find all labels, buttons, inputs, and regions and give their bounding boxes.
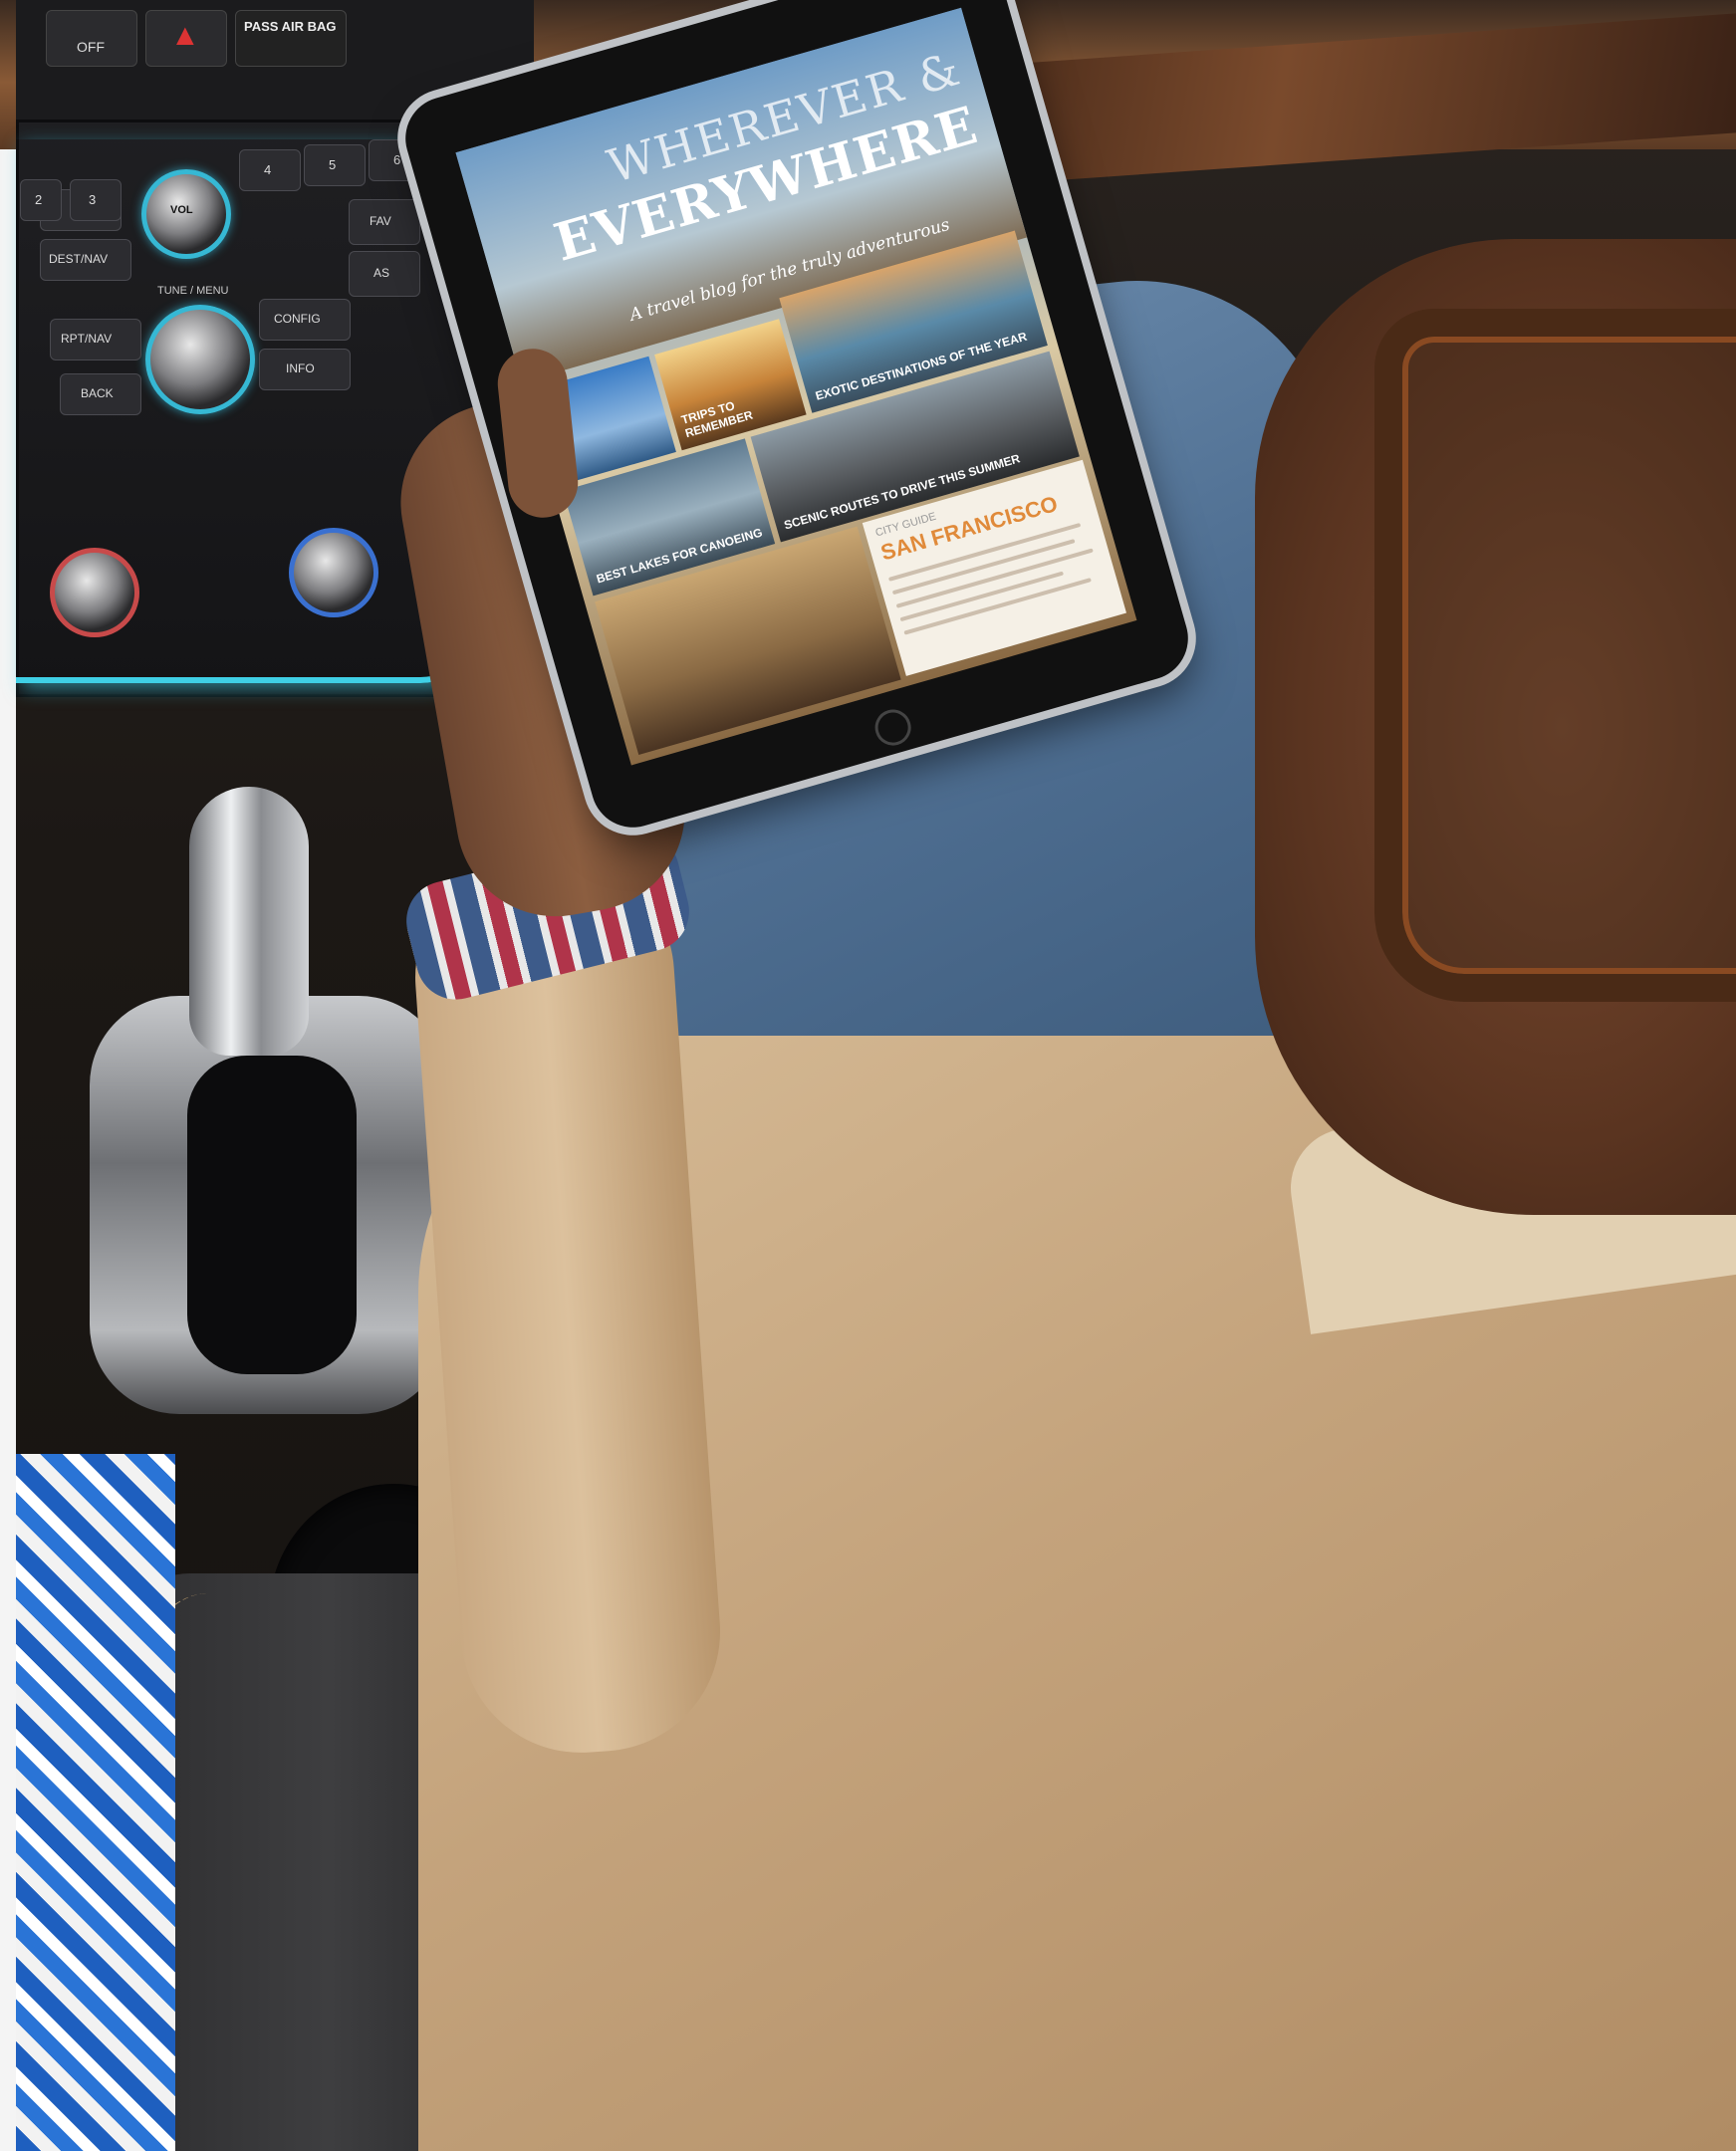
back-key: BACK [60,373,141,415]
rpt-nav-text: RPT/NAV [61,332,113,346]
airbag-status-text: PASS AIR BAG [244,19,337,34]
fav-key: FAV [349,199,420,245]
fav-text: FAV [370,214,391,228]
sunglasses [1374,309,1736,1002]
dest-nav-text: DEST/NAV [49,252,109,266]
dest-nav-key: DEST/NAV [40,239,131,281]
back-text: BACK [81,386,114,400]
hazard-icon: ▲ [170,19,200,52]
volume-knob: VOL [141,169,231,259]
shifter-boot [187,1056,357,1374]
preset-3-text: 3 [89,192,97,207]
preset-2-text: 2 [35,192,43,207]
hazard-button: ▲ [145,10,227,67]
climate-knob-right [289,528,378,617]
as-key: AS [349,251,420,297]
config-key: CONFIG [259,299,351,341]
preset-6-text: 6 [393,152,401,167]
info-text: INFO [286,361,315,375]
preset-5-key: 5 [304,144,366,186]
rpt-nav-key: RPT/NAV [50,319,141,360]
config-text: CONFIG [274,312,321,326]
car-interior-photo: OFF ▲ PASS AIR BAG VOL TUNE / MENU DEST/… [0,0,1736,2151]
preset-3-key: 3 [70,179,122,221]
tune-menu-text: TUNE / MENU [157,285,229,297]
passenger-dress [16,1454,175,2151]
preset-4-key: 4 [239,149,301,191]
info-key: INFO [259,349,351,390]
airbag-off-text: OFF [77,39,105,55]
preset-4-text: 4 [264,162,272,177]
preset-2-key: 2 [20,179,62,221]
text-line [903,578,1092,635]
airbag-off-button: OFF [46,10,137,67]
text-line [895,548,1094,608]
left-margin [0,0,16,2151]
preset-5-text: 5 [329,157,337,172]
gear-shifter [189,787,309,1056]
home-button[interactable] [870,705,915,750]
vol-text: VOL [170,204,193,216]
climate-knob-left [50,548,139,637]
airbag-status: PASS AIR BAG [235,10,347,67]
tune-knob [145,305,255,414]
as-text: AS [373,266,390,280]
